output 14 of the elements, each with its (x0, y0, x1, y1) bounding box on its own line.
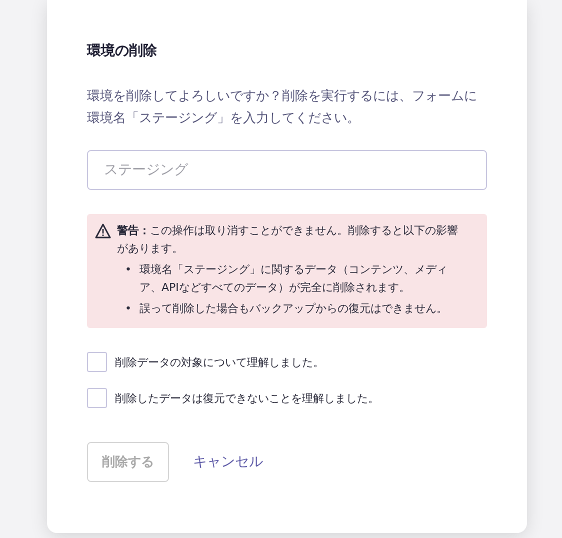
dialog-title: 環境の削除 (87, 42, 158, 61)
warning-list-item: 誤って削除した場合もバックアップからの復元はできません。 (140, 301, 448, 317)
warning-list-item: 環境名「ステージング」に関するデータ（コンテンツ、メディア、APIなどすべてのデータ）が完全に削除されます。 (140, 262, 448, 296)
checkbox-label: 削除データの対象について理解しました。 (115, 354, 324, 370)
checkbox[interactable] (87, 352, 107, 372)
warning-text: 警告：この操作は取り消すことができません。削除すると以下の影響があります。 (117, 223, 459, 257)
environment-name-field[interactable]: ステージング (87, 150, 487, 190)
bullet: • (125, 262, 132, 278)
warning-icon (95, 223, 111, 239)
bullet: • (125, 301, 132, 317)
cancel-link[interactable]: キャンセル (193, 453, 263, 471)
checkbox-label: 削除したデータは復元できないことを理解しました。 (115, 390, 379, 406)
checkbox[interactable] (87, 388, 107, 408)
dialog-description: 環境を削除してよろしいですか？削除を実行するには、フォームに環境名「ステージング」を入力してください。 (87, 88, 478, 128)
